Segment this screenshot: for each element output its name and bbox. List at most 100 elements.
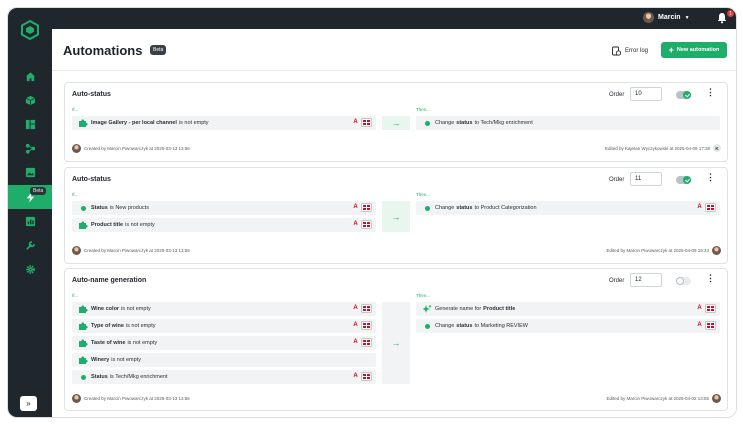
uk-flag-icon [362, 373, 371, 380]
then-label: Then... [416, 107, 431, 112]
uk-flag-icon [362, 305, 371, 312]
created-info: Created by Marcin Piwowarczyk at 2025-03… [72, 144, 190, 153]
adobe-icon: A [353, 305, 358, 311]
page-title: Automations [63, 43, 143, 58]
more-options-icon[interactable]: ⋮ [706, 274, 715, 283]
condition-field: Type of wine [91, 323, 124, 329]
automation-title: Auto-status [72, 91, 111, 98]
sidebar-item-reports[interactable] [8, 209, 52, 233]
language-flags: A [696, 204, 715, 211]
sidebar-item-channels[interactable] [8, 136, 52, 160]
created-text: Created by Marcin Piwowarczyk at 2025-03… [84, 146, 190, 151]
puzzle-icon [77, 354, 89, 366]
action-row[interactable]: Generate name for Product title A [416, 302, 720, 316]
condition-field: Image Gallery - per local channel [91, 120, 177, 126]
user-menu[interactable]: Marcin ▼ [643, 12, 690, 23]
arrow-right-icon: → [382, 201, 410, 232]
uk-flag-icon [362, 322, 371, 329]
order-input[interactable]: 10 [630, 87, 662, 101]
avatar [72, 246, 81, 255]
enabled-toggle[interactable] [676, 91, 691, 99]
condition-row[interactable]: Type of wine is not empty A [72, 319, 376, 333]
then-label: Then... [416, 293, 431, 298]
then-label: Then... [416, 192, 431, 197]
order-label: Order [609, 92, 625, 98]
sidebar-item-media[interactable] [8, 160, 52, 184]
uk-flag-icon [362, 204, 371, 211]
more-options-icon[interactable]: ⋮ [706, 173, 715, 182]
condition-row[interactable]: Status is New products A [72, 201, 376, 215]
automations-beta-tag: Beta [30, 187, 47, 195]
action-pre: Change [435, 323, 455, 329]
condition-row[interactable]: Wine color is not empty A [72, 302, 376, 316]
plus-icon: + [668, 45, 674, 55]
adobe-icon: A [697, 322, 702, 328]
language-flags: A [696, 322, 715, 329]
language-flags: A [352, 322, 371, 329]
condition-row[interactable]: Taste of wine is not empty A [72, 336, 376, 350]
condition-text: is not empty [127, 340, 158, 346]
gear-icon [25, 264, 35, 274]
order-label: Order [609, 278, 625, 284]
order-input[interactable]: 11 [630, 172, 662, 186]
dot-icon [77, 202, 89, 214]
cube-icon [25, 95, 35, 105]
automation-title: Auto-name generation [72, 277, 147, 284]
edited-text: Edited by Marcin Piwowarczyk at 2025-04-… [606, 396, 709, 401]
sidebar-item-dashboard[interactable] [8, 112, 52, 136]
action-row[interactable]: Change status to Product Categorization … [416, 201, 720, 215]
action-row[interactable]: Change status to Marketing REVIEW A [416, 319, 720, 333]
toggle-knob [676, 277, 684, 285]
user-name: Marcin [658, 14, 681, 21]
home-icon [25, 71, 35, 81]
edited-text: Edited by Marcin Piwowarczyk at 2025-04-… [606, 248, 709, 253]
error-log-button[interactable]: Error log [612, 46, 648, 56]
condition-field: Status [91, 374, 108, 380]
enabled-toggle[interactable] [676, 277, 691, 285]
sidebar-item-products[interactable] [8, 88, 52, 112]
action-field: status [456, 205, 473, 211]
app-window: Beta » Marcin ▼ 1 Automations Beta Error… [8, 8, 736, 417]
uk-flag-icon [706, 322, 715, 329]
condition-field: Wine color [91, 306, 120, 312]
action-row[interactable]: Change status to Tech/Mkg enrichment [416, 116, 720, 130]
edited-info: Edited by Marcin Piwowarczyk at 2025-04-… [606, 246, 721, 255]
condition-text: is not empty [121, 306, 151, 312]
wrench-icon [25, 240, 35, 250]
sidebar-item-home[interactable] [8, 64, 52, 88]
language-flags: A [352, 339, 371, 346]
avatar [643, 12, 654, 23]
puzzle-icon [77, 337, 89, 349]
dot-icon [421, 117, 433, 129]
sidebar-item-tools[interactable] [8, 233, 52, 257]
avatar [712, 246, 721, 255]
dot-icon [421, 320, 433, 332]
condition-row[interactable]: Status is Tech/Mkg enrichment A [72, 370, 376, 384]
action-field: status [456, 120, 473, 126]
condition-text: is not empty [125, 222, 155, 228]
more-options-icon[interactable]: ⋮ [706, 88, 715, 97]
avatar [72, 144, 81, 153]
condition-text: is not empty [178, 120, 209, 126]
if-label: If... [72, 107, 79, 112]
editor-initial-badge: K [713, 144, 721, 152]
order-label: Order [609, 177, 625, 183]
condition-row[interactable]: Winery is not empty [72, 353, 376, 367]
toggle-knob [683, 91, 691, 99]
condition-row[interactable]: Image Gallery - per local channel is not… [72, 116, 376, 130]
new-automation-button[interactable]: + New automation [661, 42, 727, 58]
toggle-knob [683, 176, 691, 184]
enabled-toggle[interactable] [676, 176, 691, 184]
beta-badge: Beta [150, 45, 167, 55]
condition-row[interactable]: Product title is not empty A [72, 218, 376, 232]
image-icon [25, 167, 35, 177]
expand-sidebar-button[interactable]: » [20, 396, 37, 411]
avatar [72, 394, 81, 403]
adobe-icon: A [353, 119, 358, 125]
created-info: Created by Marcin Piwowarczyk at 2025-03… [72, 246, 190, 255]
logo-icon[interactable] [20, 20, 40, 40]
order-input[interactable]: 12 [630, 273, 662, 287]
action-text: to Marketing REVIEW [474, 323, 528, 329]
sidebar-item-settings[interactable] [8, 257, 52, 281]
chart-icon [25, 216, 35, 226]
